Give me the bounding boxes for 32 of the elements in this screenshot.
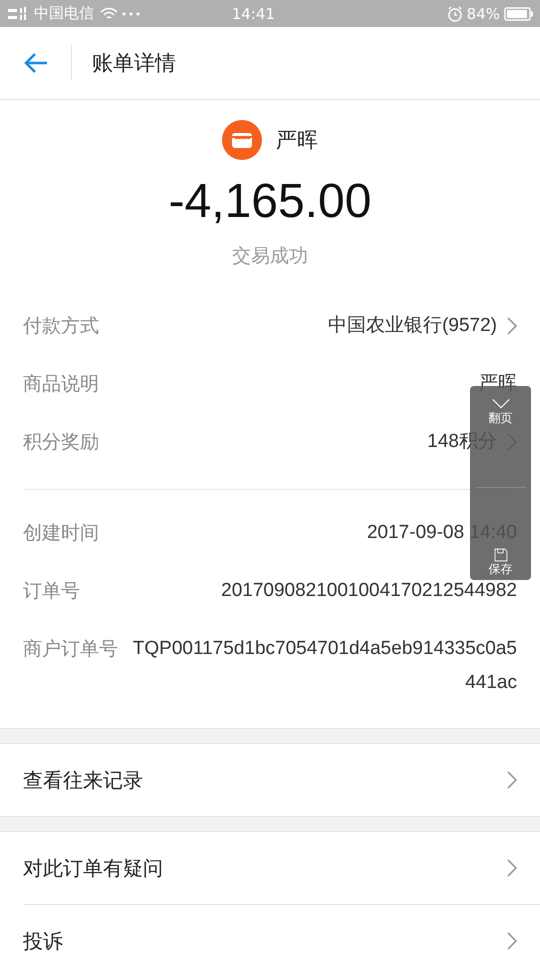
list-item[interactable]: 对此订单有疑问: [0, 832, 540, 904]
alarm-icon: [446, 6, 463, 22]
chevron-icon: [507, 317, 517, 335]
battery-icon: [504, 6, 534, 20]
detail-label: 订单号: [23, 580, 80, 602]
detail-label: 创建时间: [23, 522, 99, 544]
page-turn-button[interactable]: 翻页: [488, 398, 512, 425]
chevron-icon: [507, 932, 517, 950]
page-title: 账单详情: [92, 50, 176, 77]
chevron-icon: [507, 859, 517, 877]
detail-label: 付款方式: [23, 315, 99, 337]
detail-value: TQP001175d1bc7054701d4a5eb914335c0a5441ac: [132, 637, 517, 695]
detail-value: 2017090821001004170212544982: [221, 580, 517, 602]
shop-icon: [222, 120, 262, 160]
detail-label: 积分奖励: [23, 430, 99, 455]
merchant-name: 严晖: [276, 127, 318, 154]
save-icon: [494, 548, 508, 562]
list-item[interactable]: 投诉: [23, 904, 540, 960]
wifi-icon: [100, 6, 118, 20]
save-button[interactable]: 保存: [488, 548, 512, 576]
more-icon: [122, 12, 140, 16]
chevron-icon: [507, 771, 517, 789]
chevron-down-icon: [490, 398, 510, 409]
battery-percent: 84%: [466, 4, 500, 22]
amount-text: -4,165.00: [168, 174, 372, 229]
detail-value: 中国农业银行(9572): [328, 315, 497, 337]
carrier-name: 中国电信: [34, 4, 94, 23]
list-item[interactable]: 查看往来记录: [0, 744, 540, 816]
clock-time: 14:41: [230, 4, 276, 22]
detail-label: 商品说明: [23, 373, 99, 395]
trade-status: 交易成功: [232, 244, 308, 269]
detail-label: 商户订单号: [23, 637, 118, 662]
